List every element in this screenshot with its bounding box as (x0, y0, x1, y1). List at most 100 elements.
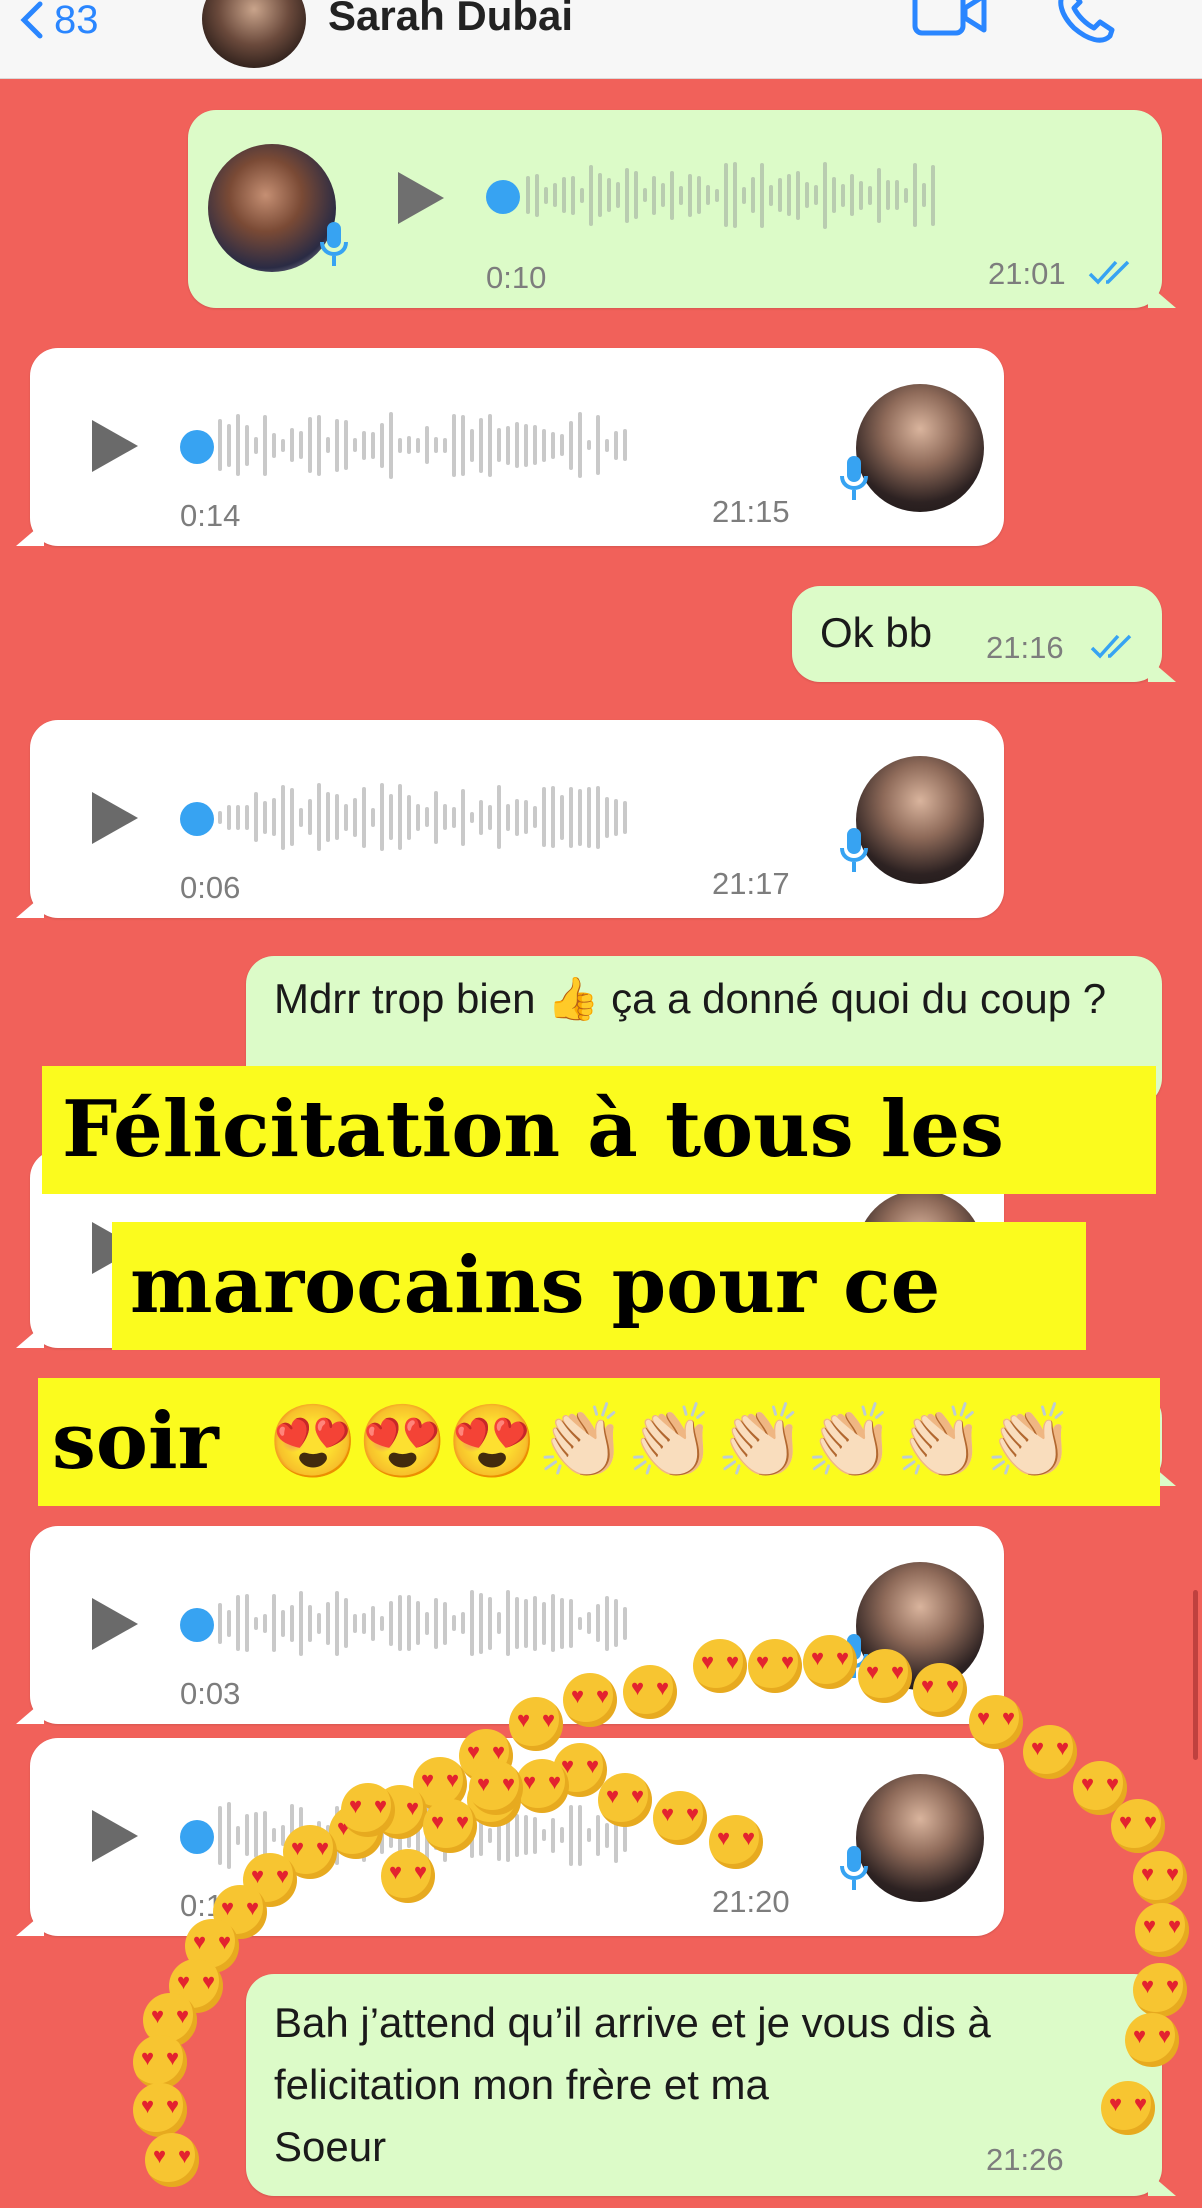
play-button[interactable] (92, 420, 138, 472)
waveform-bar (371, 431, 375, 459)
waveform-bar (308, 1604, 312, 1642)
waveform-bar (571, 175, 575, 215)
microphone-icon (840, 1846, 868, 1890)
waveform-bar (416, 1601, 420, 1645)
contact-avatar (856, 1774, 984, 1902)
waveform[interactable] (218, 782, 627, 852)
waveform[interactable] (218, 410, 627, 480)
waveform-bar (587, 1612, 591, 1634)
outgoing-text-message[interactable]: Bah j’attend qu’il arrive et je vous dis… (246, 1974, 1176, 2196)
waveform-bar (560, 1827, 564, 1843)
scrollbar[interactable] (1193, 1590, 1198, 1760)
waveform-bar (578, 412, 582, 478)
waveform-bar (245, 1814, 249, 1856)
waveform-bar (272, 1828, 276, 1842)
waveform-bar (616, 182, 620, 208)
waveform-bar (479, 1592, 483, 1654)
waveform-bar (470, 428, 474, 462)
waveform-bar (290, 788, 294, 846)
incoming-voice-message[interactable]: 0:06 21:17 (16, 720, 1004, 918)
play-button[interactable] (92, 792, 138, 844)
play-button[interactable] (398, 172, 444, 224)
phone-icon[interactable] (1054, 0, 1118, 46)
waveform-bar (299, 807, 303, 827)
waveform-bar (353, 797, 357, 837)
waveform-bar (859, 180, 863, 210)
waveform-bar (497, 1612, 501, 1634)
waveform-bar (542, 428, 546, 462)
waveform-bar (877, 167, 881, 223)
waveform-bar (578, 1804, 582, 1866)
outgoing-voice-message[interactable]: 0:10 21:01 (188, 110, 1176, 308)
playback-position[interactable] (180, 430, 214, 464)
waveform-bar (742, 186, 746, 204)
waveform-bar (587, 786, 591, 848)
waveform-bar (506, 1590, 510, 1656)
waveform-bar (787, 174, 791, 216)
waveform-bar (506, 425, 510, 465)
waveform-bar (614, 430, 618, 460)
contact-name[interactable]: Sarah Dubai (328, 0, 573, 40)
waveform-bar (895, 180, 899, 210)
waveform-bar (254, 1812, 258, 1858)
message-time: 21:17 (712, 866, 790, 901)
play-button[interactable] (92, 1598, 138, 1650)
heart-eyes-emoji (913, 1663, 967, 1717)
playback-position[interactable] (180, 1608, 214, 1642)
playback-position[interactable] (180, 1820, 214, 1854)
waveform-bar (904, 187, 908, 203)
waveform-bar (371, 807, 375, 827)
waveform-bar (425, 1611, 429, 1635)
waveform-bar (587, 1828, 591, 1842)
play-button[interactable] (92, 1810, 138, 1862)
waveform-bar (398, 437, 402, 453)
playback-position[interactable] (486, 180, 520, 214)
heart-eyes-emoji (509, 1697, 563, 1751)
waveform-bar (596, 1604, 600, 1642)
waveform-bar (218, 419, 222, 471)
heart-eyes-emoji (748, 1639, 802, 1693)
heart-eyes-emoji (563, 1673, 617, 1727)
waveform-bar (533, 1816, 537, 1854)
heart-eyes-emoji (1135, 1903, 1189, 1957)
incoming-voice-message[interactable]: 0:14 21:15 (16, 348, 1004, 546)
waveform-bar (470, 811, 474, 823)
back-button[interactable]: 83 (18, 0, 99, 42)
voice-duration: 0:03 (180, 1676, 241, 1711)
waveform-bar (497, 785, 501, 849)
waveform-bar (371, 1605, 375, 1641)
waveform-bar (470, 1590, 474, 1656)
waveform-bar (227, 423, 231, 467)
waveform-bar (308, 799, 312, 835)
waveform-bar (533, 806, 537, 828)
waveform-bar (380, 783, 384, 851)
waveform-bar (551, 786, 555, 848)
waveform-bar (389, 794, 393, 840)
heart-eyes-emoji (1125, 2013, 1179, 2067)
waveform-bar (697, 176, 701, 214)
waveform-bar (488, 804, 492, 830)
waveform-bar (254, 1616, 258, 1630)
waveform-bar (751, 177, 755, 213)
outgoing-text-message[interactable]: Ok bb 21:16 (792, 586, 1176, 682)
incoming-voice-message[interactable]: 0:1 21:20 (16, 1738, 1004, 1936)
heart-eyes-emoji (653, 1791, 707, 1845)
heart-eyes-emoji (693, 1639, 747, 1693)
waveform-bar (796, 170, 800, 220)
incoming-voice-message[interactable]: 0:03 (16, 1526, 1004, 1724)
waveform-bar (227, 1609, 231, 1637)
heart-eyes-emoji (858, 1649, 912, 1703)
message-text: Mdrr trop bien 👍 ça a donné quoi du coup… (274, 975, 1107, 1022)
waveform[interactable] (218, 1588, 627, 1658)
waveform-bar (335, 418, 339, 472)
waveform[interactable] (526, 160, 935, 230)
contact-avatar (856, 384, 984, 512)
waveform-bar (778, 178, 782, 212)
waveform-bar (281, 1609, 285, 1637)
video-call-icon[interactable] (912, 0, 988, 42)
playback-position[interactable] (180, 802, 214, 836)
waveform-bar (461, 414, 465, 476)
waveform-bar (281, 438, 285, 452)
heart-eyes-emoji (469, 1761, 523, 1815)
contact-avatar[interactable] (202, 0, 306, 68)
